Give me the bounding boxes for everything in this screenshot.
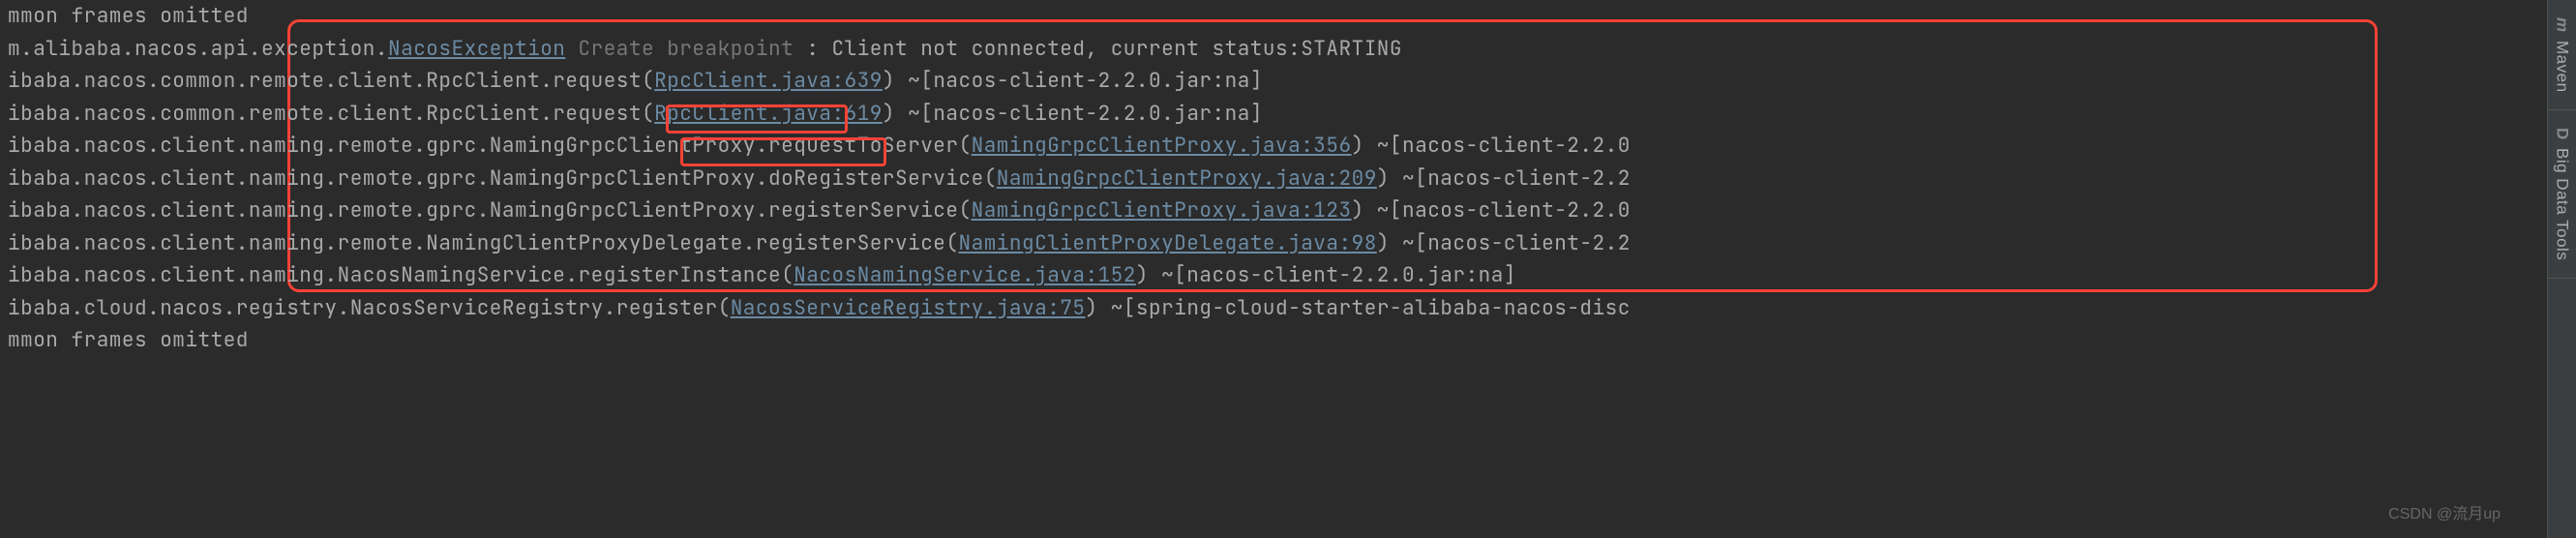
console-line: mmon frames omitted [8,0,2539,33]
right-sidebar: m Maven D Big Data Tools [2547,0,2576,538]
stack-text: m.alibaba.nacos.api.exception. [8,36,388,62]
stack-text: ibaba.nacos.common.remote.client.RpcClie… [8,68,654,94]
stack-text: ) ~[spring-cloud-starter-alibaba-nacos-d… [1086,295,1631,321]
stack-text: ibaba.nacos.client.naming.remote.gprc.Na… [8,197,972,224]
source-link[interactable]: NacosServiceRegistry.java:75 [731,295,1086,321]
watermark: CSDN @流月up [2388,498,2501,531]
source-link[interactable]: RpcClient.java:619 [654,101,883,127]
console-line: ibaba.nacos.client.naming.remote.gprc.Na… [8,130,2539,163]
maven-label: Maven [2553,41,2572,93]
console-line: ibaba.nacos.client.naming.remote.gprc.Na… [8,194,2539,227]
stack-text: ) ~[nacos-client-2.2.0.jar:na] [883,68,1263,94]
console-line: ibaba.cloud.nacos.registry.NacosServiceR… [8,292,2539,325]
source-link[interactable]: NacosNamingService.java:152 [794,262,1136,288]
console-line: ibaba.nacos.common.remote.client.RpcClie… [8,65,2539,98]
stack-text: ) ~[nacos-client-2.2.0.jar:na] [883,101,1263,127]
stack-text: ibaba.nacos.client.naming.remote.NamingC… [8,230,959,256]
big-data-tools-tab[interactable]: D Big Data Tools [2548,110,2576,279]
stack-text: ) ~[nacos-client-2.2.0.jar:na] [1136,262,1516,288]
console-line: ibaba.nacos.client.naming.remote.gprc.Na… [8,163,2539,195]
stack-text: mmon frames omitted [8,327,249,353]
stack-text: ibaba.nacos.client.naming.NacosNamingSer… [8,262,794,288]
console-line: m.alibaba.nacos.api.exception.NacosExcep… [8,33,2539,66]
stack-text: mmon frames omitted [8,3,249,29]
console-line: mmon frames omitted [8,324,2539,357]
stack-text: ) ~[nacos-client-2.2.0 [1352,197,1631,224]
source-link[interactable]: NamingGrpcClientProxy.java:123 [972,197,1352,224]
console-line: ibaba.nacos.client.naming.remote.NamingC… [8,227,2539,260]
big-data-icon: D [2553,128,2572,140]
source-link[interactable]: NamingGrpcClientProxy.java:209 [997,165,1377,192]
stack-text: ) ~[nacos-client-2.2 [1377,230,1631,256]
source-link[interactable]: RpcClient.java:639 [654,68,883,94]
source-link[interactable]: NamingClientProxyDelegate.java:98 [959,230,1377,256]
stack-text: ibaba.nacos.client.naming.remote.gprc.Na… [8,165,997,192]
console-output: mmon frames omitted m.alibaba.nacos.api.e… [0,0,2547,538]
maven-icon: m [2553,17,2572,33]
stack-text: ibaba.cloud.nacos.registry.NacosServiceR… [8,295,731,321]
stack-text: ibaba.nacos.client.naming.remote.gprc.Na… [8,133,972,159]
source-link[interactable]: NacosException [388,36,565,62]
stack-text: ) ~[nacos-client-2.2 [1377,165,1631,192]
console-line: ibaba.nacos.client.naming.NacosNamingSer… [8,259,2539,292]
stack-text: ) ~[nacos-client-2.2.0 [1352,133,1631,159]
stack-text: ibaba.nacos.common.remote.client.RpcClie… [8,101,654,127]
create-breakpoint-link[interactable]: Create breakpoint [565,36,806,62]
stack-text: : Client not connected, current status:S… [806,36,1402,62]
console-line: ibaba.nacos.common.remote.client.RpcClie… [8,98,2539,131]
maven-tool-tab[interactable]: m Maven [2548,0,2576,110]
big-data-label: Big Data Tools [2553,148,2572,260]
source-link[interactable]: NamingGrpcClientProxy.java:356 [972,133,1352,159]
